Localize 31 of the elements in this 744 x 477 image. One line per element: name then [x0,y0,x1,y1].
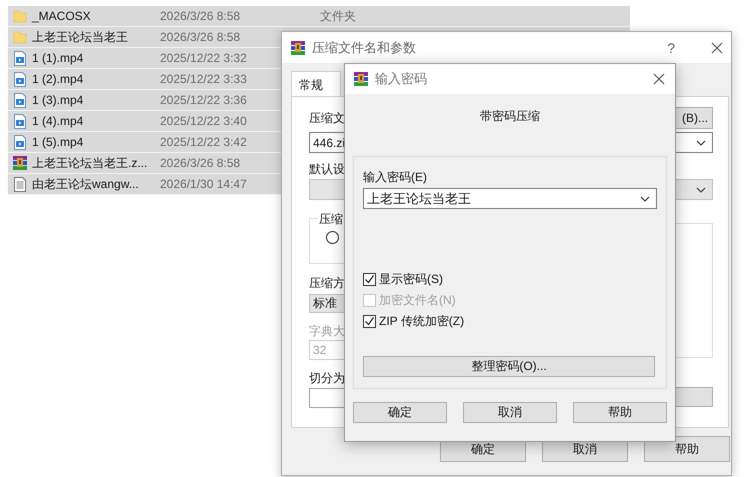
file-name: 由老王论坛wangw... [32,176,140,192]
file-date: 2025/12/22 3:42 [160,135,247,149]
file-name: 1 (4).mp4 [32,114,84,128]
file-name: 上老王论坛当老王 [32,28,129,46]
file-name: 1 (3).mp4 [32,93,84,107]
dialog-heading: 带密码压缩 [479,108,541,124]
window-title: 压缩文件名和参数 [312,38,417,56]
field-label: 压缩方 [309,276,345,291]
file-date: 2026/3/26 8:58 [160,30,240,44]
window-title: 输入密码 [375,70,428,88]
file-date: 2025/12/22 3:33 [160,72,247,86]
field-label: 默认设 [309,162,345,177]
file-name: 1 (1).mp4 [32,51,84,65]
file-date: 2025/12/22 3:32 [160,51,247,65]
file-date: 2025/12/22 3:40 [160,114,247,128]
field-label: 压缩文 [309,110,345,126]
file-name: 1 (5).mp4 [32,135,84,149]
field-label: 输入密码(E) [363,169,427,184]
field-label: 切分为 [309,371,345,386]
file-name: 上老王论坛当老王.z... [32,154,148,172]
field-label: 字典大 [309,324,345,339]
file-date: 2025/12/22 3:36 [160,93,247,107]
file-type: 文件夹 [320,8,356,24]
file-date: 2026/3/26 8:58 [160,156,240,170]
option-label: 加密文件名(N) [379,292,456,308]
option-label: ZIP 传统加密(Z) [379,312,464,330]
file-date: 2026/1/30 14:47 [160,177,247,191]
option-label: 显示密码(S) [379,270,443,288]
file-name: 1 (2).mp4 [32,72,84,86]
file-name: _MACOSX [32,9,92,23]
file-date: 2026/3/26 8:58 [160,9,240,23]
